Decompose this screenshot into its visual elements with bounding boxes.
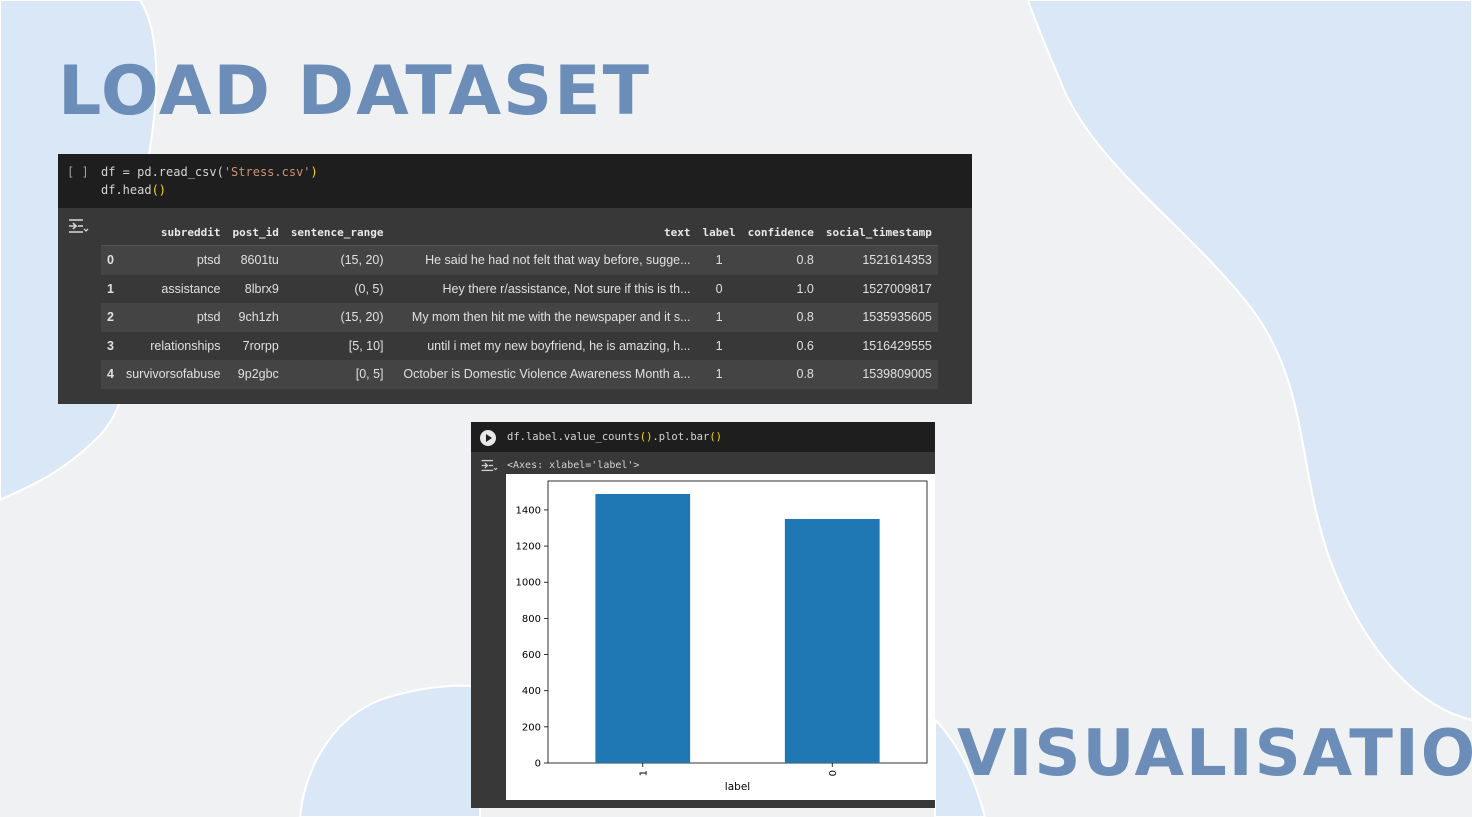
y-tick-label: 1000 <box>516 578 541 589</box>
table-cell: assistance <box>119 274 227 303</box>
y-tick-label: 400 <box>522 686 541 697</box>
output-options-icon[interactable] <box>67 217 89 235</box>
y-tick-label: 800 <box>522 614 541 625</box>
table-cell: 1516429555 <box>819 331 938 360</box>
column-header: post_id <box>232 226 279 239</box>
table-cell: 9ch1zh <box>226 303 285 332</box>
table-cell: survivorsofabuse <box>119 360 227 389</box>
bar-chart: 0 200 400 600 800 1000 1200 1400 1 0 label <box>516 480 928 793</box>
column-header: sentence_range <box>290 226 384 239</box>
row-index: 1 <box>101 274 120 303</box>
column-header: confidence <box>747 226 814 239</box>
table-cell: 1521614353 <box>819 245 938 275</box>
output-options-icon[interactable] <box>480 458 498 473</box>
run-cell-play-icon[interactable] <box>480 430 496 446</box>
table-cell: 1539809005 <box>819 360 938 389</box>
bar-0 <box>784 518 880 763</box>
table-cell: [0, 5] <box>284 360 390 389</box>
table-cell: 0.8 <box>741 245 820 275</box>
table-header-row: subreddit post_id sentence_range text la… <box>101 220 938 246</box>
y-tick-label: 600 <box>522 650 541 661</box>
code-token-paren: ) <box>310 165 318 179</box>
table-cell: 0.8 <box>741 303 820 332</box>
table-row: 3 relationships 7rorpp [5, 10] until i m… <box>101 331 938 360</box>
table-cell: (15, 20) <box>284 245 390 275</box>
column-header: text <box>664 226 691 239</box>
section-title-visualisation: VISUALISATION <box>957 717 1472 791</box>
table-cell: He said he had not felt that way before,… <box>389 245 697 275</box>
table-cell: Hey there r/assistance, Not sure if this… <box>389 274 697 303</box>
table-row: 4 survivorsofabuse 9p2gbc [0, 5] October… <box>101 360 938 389</box>
row-index: 0 <box>101 245 120 275</box>
table-cell: relationships <box>119 331 227 360</box>
code-line-1: df.label.value_counts().plot.bar() <box>507 431 722 443</box>
table-cell: 1 <box>696 360 742 389</box>
run-cell-button[interactable]: [ ] <box>67 165 89 179</box>
table-cell: 8601tu <box>226 245 285 275</box>
table-cell: 1 <box>696 245 742 275</box>
notebook-cell-load-data: [ ] df = pd.read_csv('Stress.csv') df.he… <box>58 154 972 404</box>
table-cell: (15, 20) <box>284 303 390 332</box>
code-token: df.label.value_counts <box>507 431 640 443</box>
page-title-load-dataset: LOAD DATASET <box>58 52 651 131</box>
notebook-cell-plot: df.label.value_counts().plot.bar() <Axes… <box>471 422 935 808</box>
table-cell: ptsd <box>119 303 227 332</box>
table-cell: My mom then hit me with the newspaper an… <box>389 303 697 332</box>
table-cell: 1 <box>696 331 742 360</box>
table-cell: 9p2gbc <box>226 360 285 389</box>
code-token-paren: () <box>709 431 722 443</box>
table-cell: 1.0 <box>741 274 820 303</box>
table-row: 1 assistance 8lbrx9 (0, 5) Hey there r/a… <box>101 274 938 303</box>
column-header: subreddit <box>160 226 221 239</box>
code-line-2: df.head() <box>101 183 166 197</box>
table-cell: 0 <box>696 274 742 303</box>
row-index: 4 <box>101 360 120 389</box>
code-token: df.head <box>101 183 152 197</box>
table-cell: 8lbrx9 <box>226 274 285 303</box>
dataframe-table: subreddit post_id sentence_range text la… <box>101 220 938 389</box>
code-editor[interactable]: df.label.value_counts().plot.bar() <box>471 422 935 452</box>
column-header <box>101 220 120 246</box>
code-line-1: df = pd.read_csv('Stress.csv') <box>101 165 318 179</box>
table-cell: 7rorpp <box>226 331 285 360</box>
y-tick-label: 1400 <box>516 505 541 516</box>
table-cell: 1527009817 <box>819 274 938 303</box>
table-row: 2 ptsd 9ch1zh (15, 20) My mom then hit m… <box>101 303 938 332</box>
column-header: label <box>702 226 736 239</box>
code-token: df = pd.read_csv( <box>101 165 224 179</box>
axes-output-text: <Axes: xlabel='label'> <box>507 460 640 471</box>
row-index: 2 <box>101 303 120 332</box>
x-tick-label: 1 <box>638 770 649 776</box>
y-tick-label: 200 <box>522 722 541 733</box>
table-cell: ptsd <box>119 245 227 275</box>
y-tick-label: 0 <box>535 759 541 770</box>
table-cell: [5, 10] <box>284 331 390 360</box>
y-tick-label: 1200 <box>516 542 541 553</box>
x-axis-label: label <box>725 781 750 793</box>
bar-chart-output: 0 200 400 600 800 1000 1200 1400 1 0 label <box>506 474 935 800</box>
table-cell: (0, 5) <box>284 274 390 303</box>
bar-1 <box>595 494 691 763</box>
code-token-string: 'Stress.csv' <box>223 165 311 179</box>
table-cell: 0.6 <box>741 331 820 360</box>
x-tick-label: 0 <box>828 770 839 776</box>
table-cell: 1535935605 <box>819 303 938 332</box>
table-cell: October is Domestic Violence Awareness M… <box>389 360 697 389</box>
code-editor[interactable]: [ ] df = pd.read_csv('Stress.csv') df.he… <box>58 154 972 208</box>
code-token-paren: () <box>639 431 653 443</box>
column-header: social_timestamp <box>825 226 932 239</box>
table-cell: until i met my new boyfriend, he is amaz… <box>389 331 697 360</box>
row-index: 3 <box>101 331 120 360</box>
table-cell: 1 <box>696 303 742 332</box>
table-cell: 0.8 <box>741 360 820 389</box>
code-token: .plot.bar <box>652 431 710 443</box>
table-row: 0 ptsd 8601tu (15, 20) He said he had no… <box>101 245 938 275</box>
code-token-paren: () <box>151 183 167 197</box>
